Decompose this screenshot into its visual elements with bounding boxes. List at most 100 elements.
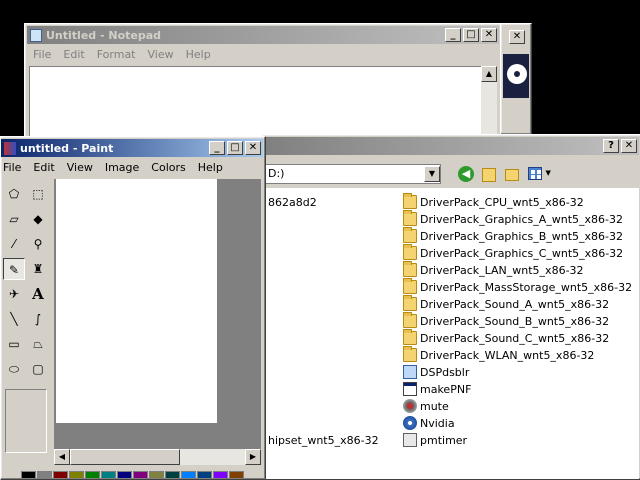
explorer-file-list[interactable]: 862a8d2 hipset_wnt5_x86-32 DriverPack_CP… [265,188,639,479]
folder-icon [403,193,417,209]
palette-swatch[interactable] [149,471,164,479]
palette-swatch[interactable] [213,471,228,479]
fill-bucket-icon[interactable]: ◆ [27,208,49,230]
color-picker-icon[interactable]: ⁄ [3,233,25,255]
notepad-titlebar[interactable]: Untitled - Notepad _ □ ✕ [27,26,499,44]
paint-menu-view[interactable]: View [61,161,99,174]
background-window-close-button[interactable]: ✕ [509,30,525,44]
notepad-menu-edit[interactable]: Edit [57,48,90,61]
paint-titlebar[interactable]: untitled - Paint _ □ ✕ [1,139,263,157]
file-name: hipset_wnt5_x86-32 [268,433,379,447]
scroll-thumb[interactable] [70,449,180,465]
palette-swatch[interactable] [101,471,116,479]
palette-swatch[interactable] [69,471,84,479]
up-folder-button[interactable] [482,165,498,182]
palette-swatch[interactable] [117,471,132,479]
palette-swatch[interactable] [85,471,100,479]
explorer-titlebar[interactable]: ? ✕ [265,137,639,155]
palette-swatch[interactable] [37,471,52,479]
paint-menu-edit[interactable]: Edit [27,161,60,174]
list-item[interactable]: pmtimer [403,432,467,448]
notepad-menu-help[interactable]: Help [180,48,217,61]
notepad-title: Untitled - Notepad [46,28,162,42]
list-item[interactable]: DriverPack_Graphics_B_wnt5_x86-32 [403,227,624,244]
notepad-close-button[interactable]: ✕ [481,28,497,42]
brush-icon[interactable]: ♜ [27,258,49,280]
mouse-cursor [320,218,338,236]
notepad-minimize-button[interactable]: _ [445,28,461,42]
scroll-left-icon[interactable]: ◀ [54,449,70,465]
magnifier-icon[interactable]: ⚲ [27,233,49,255]
list-item[interactable]: Nvidia [403,415,455,431]
airbrush-icon[interactable]: ✈ [3,283,25,305]
list-item[interactable]: DriverPack_WLAN_wnt5_x86-32 [403,346,594,363]
list-item[interactable]: DriverPack_Graphics_A_wnt5_x86-32 [403,210,623,227]
chevron-down-icon[interactable]: ▼ [424,166,440,182]
list-item[interactable]: DriverPack_LAN_wnt5_x86-32 [403,261,584,278]
explorer-address-combo[interactable]: D:) ▼ [265,164,441,184]
paint-close-button[interactable]: ✕ [245,141,261,155]
paint-menu-file[interactable]: File [1,161,27,174]
list-item[interactable]: DriverPack_Sound_A_wnt5_x86-32 [403,295,610,312]
curve-icon[interactable]: ∫ [27,308,49,330]
paint-minimize-button[interactable]: _ [209,141,225,155]
explorer-help-button[interactable]: ? [603,139,619,153]
scroll-right-icon[interactable]: ▶ [245,449,261,465]
eraser-icon[interactable]: ▱ [3,208,25,230]
paint-menu-help[interactable]: Help [192,161,229,174]
line-icon[interactable]: ╲ [3,308,25,330]
new-folder-button[interactable] [505,165,523,182]
file-name: DriverPack_Graphics_B_wnt5_x86-32 [420,229,624,243]
palette-swatch[interactable] [53,471,68,479]
paint-maximize-button[interactable]: □ [227,141,243,155]
paint-canvas[interactable] [56,179,217,423]
list-item[interactable]: mute [403,398,449,414]
rectangle-icon[interactable]: ▭ [3,333,25,355]
polygon-icon[interactable]: ⏢ [27,333,49,355]
notepad-maximize-button[interactable]: □ [463,28,479,42]
paint-horizontal-scrollbar[interactable]: ◀ ▶ [54,449,261,465]
palette-swatch[interactable] [133,471,148,479]
notepad-text-area[interactable] [29,66,497,142]
paint-menu-colors[interactable]: Colors [145,161,191,174]
notepad-menu-format[interactable]: Format [91,48,142,61]
list-item[interactable]: makePNF [403,381,471,397]
free-select-icon[interactable]: ⬠ [3,183,25,205]
notepad-vertical-scrollbar[interactable]: ▲ [481,66,497,142]
palette-swatch[interactable] [21,471,36,479]
pencil-icon[interactable]: ✎ [3,258,25,280]
file-name: DriverPack_Sound_A_wnt5_x86-32 [420,297,610,311]
file-name: DriverPack_Graphics_C_wnt5_x86-32 [420,246,624,260]
palette-swatch[interactable] [181,471,196,479]
address-value: D:) [268,167,285,180]
list-item[interactable]: DriverPack_Sound_B_wnt5_x86-32 [403,312,609,329]
folder-icon [403,227,417,243]
explorer-close-button[interactable]: ✕ [621,139,637,153]
palette-swatch[interactable] [197,471,212,479]
text-tool-icon[interactable]: A [27,283,49,305]
notepad-menu-file[interactable]: File [27,48,57,61]
list-item[interactable]: DriverPack_CPU_wnt5_x86-32 [403,193,584,210]
scroll-up-icon[interactable]: ▲ [481,66,497,82]
list-item[interactable]: DSPdsblr [403,364,469,380]
pm-icon [403,433,417,447]
file-name: pmtimer [420,433,468,447]
back-button[interactable]: ◀ [458,166,474,182]
palette-swatch[interactable] [165,471,180,479]
tool-options-box[interactable] [5,389,47,453]
ellipse-icon[interactable]: ⬭ [3,358,25,380]
file-name: DriverPack_MassStorage_wnt5_x86-32 [420,280,633,294]
list-item[interactable]: DriverPack_Graphics_C_wnt5_x86-32 [403,244,624,261]
list-item[interactable]: DriverPack_Sound_C_wnt5_x86-32 [403,329,609,346]
notepad-menu-view[interactable]: View [142,48,180,61]
paint-menu-image[interactable]: Image [99,161,145,174]
list-item[interactable]: hipset_wnt5_x86-32 [268,432,379,448]
rounded-rectangle-icon[interactable]: ▢ [27,358,49,380]
list-item[interactable]: 862a8d2 [268,194,317,210]
file-name: makePNF [420,382,472,396]
rect-select-icon[interactable]: ⬚ [27,183,49,205]
new-folder-icon [505,169,519,181]
views-button[interactable]: ▼ [528,165,552,182]
list-item[interactable]: DriverPack_MassStorage_wnt5_x86-32 [403,278,633,295]
palette-swatch[interactable] [229,471,244,479]
